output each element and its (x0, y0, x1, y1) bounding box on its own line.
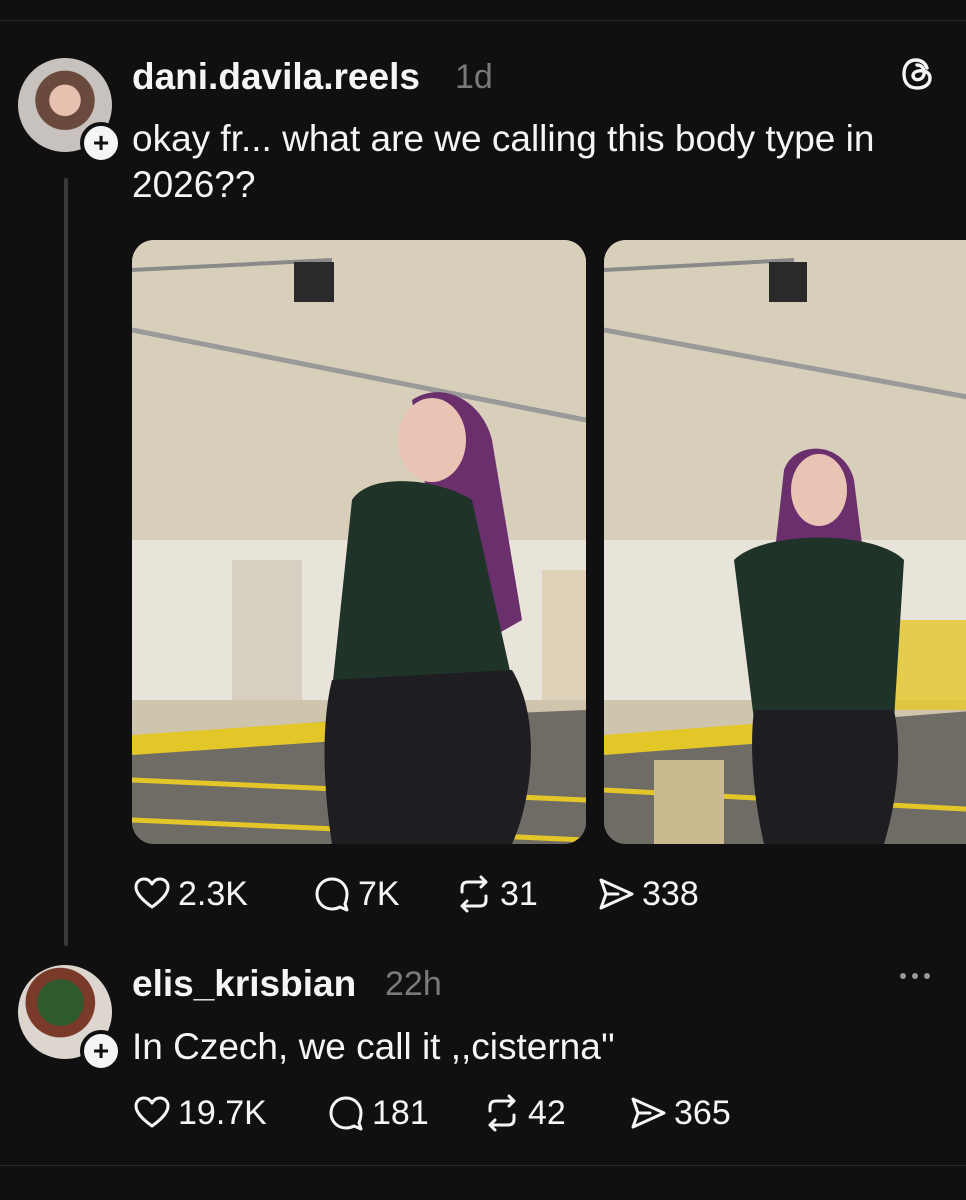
repost-icon (460, 875, 488, 913)
reply-count: 7K (358, 874, 400, 913)
reply-text: In Czech, we call it ,,cisterna'' (132, 1026, 615, 1067)
share-button[interactable]: 338 (596, 874, 699, 914)
reply-count: 181 (372, 1093, 429, 1132)
post-text: okay fr... what are we calling this body… (132, 118, 875, 205)
heart-icon (134, 1096, 170, 1128)
comment-icon (329, 1096, 363, 1131)
like-button[interactable]: 19.7K (132, 1093, 326, 1133)
post-image-1[interactable] (132, 240, 586, 844)
top-divider (0, 20, 966, 21)
repost-button[interactable]: 31 (454, 874, 596, 914)
reply-button[interactable]: 181 (326, 1093, 482, 1133)
follow-plus-icon[interactable]: + (80, 1030, 122, 1072)
threads-logo-icon[interactable] (898, 54, 938, 94)
like-button[interactable]: 2.3K (132, 874, 312, 914)
share-button[interactable]: 365 (628, 1093, 731, 1133)
thread-connector-line (64, 178, 68, 946)
post-actions: 2.3K 7K 31 338 (132, 874, 699, 914)
post-image-2[interactable] (604, 240, 966, 844)
send-icon (631, 1097, 666, 1129)
reply-button[interactable]: 7K (312, 874, 454, 914)
comment-icon (315, 877, 349, 912)
send-icon (599, 878, 634, 910)
reply-actions: 19.7K 181 42 365 (132, 1093, 731, 1133)
reply-username[interactable]: elis_krisbian (132, 963, 356, 1005)
heart-icon (134, 877, 170, 909)
post-timestamp: 1d (455, 58, 493, 96)
repost-icon (488, 1094, 516, 1132)
like-count: 19.7K (178, 1093, 267, 1132)
bottom-divider (0, 1165, 966, 1166)
repost-button[interactable]: 42 (482, 1093, 628, 1133)
follow-plus-icon[interactable]: + (80, 122, 122, 164)
repost-count: 42 (528, 1093, 566, 1132)
post-username[interactable]: dani.davila.reels (132, 56, 420, 98)
repost-count: 31 (500, 874, 538, 913)
share-count: 365 (674, 1093, 731, 1132)
share-count: 338 (642, 874, 699, 913)
like-count: 2.3K (178, 874, 248, 913)
more-horizontal-icon[interactable] (900, 966, 940, 986)
reply-timestamp: 22h (385, 965, 442, 1003)
